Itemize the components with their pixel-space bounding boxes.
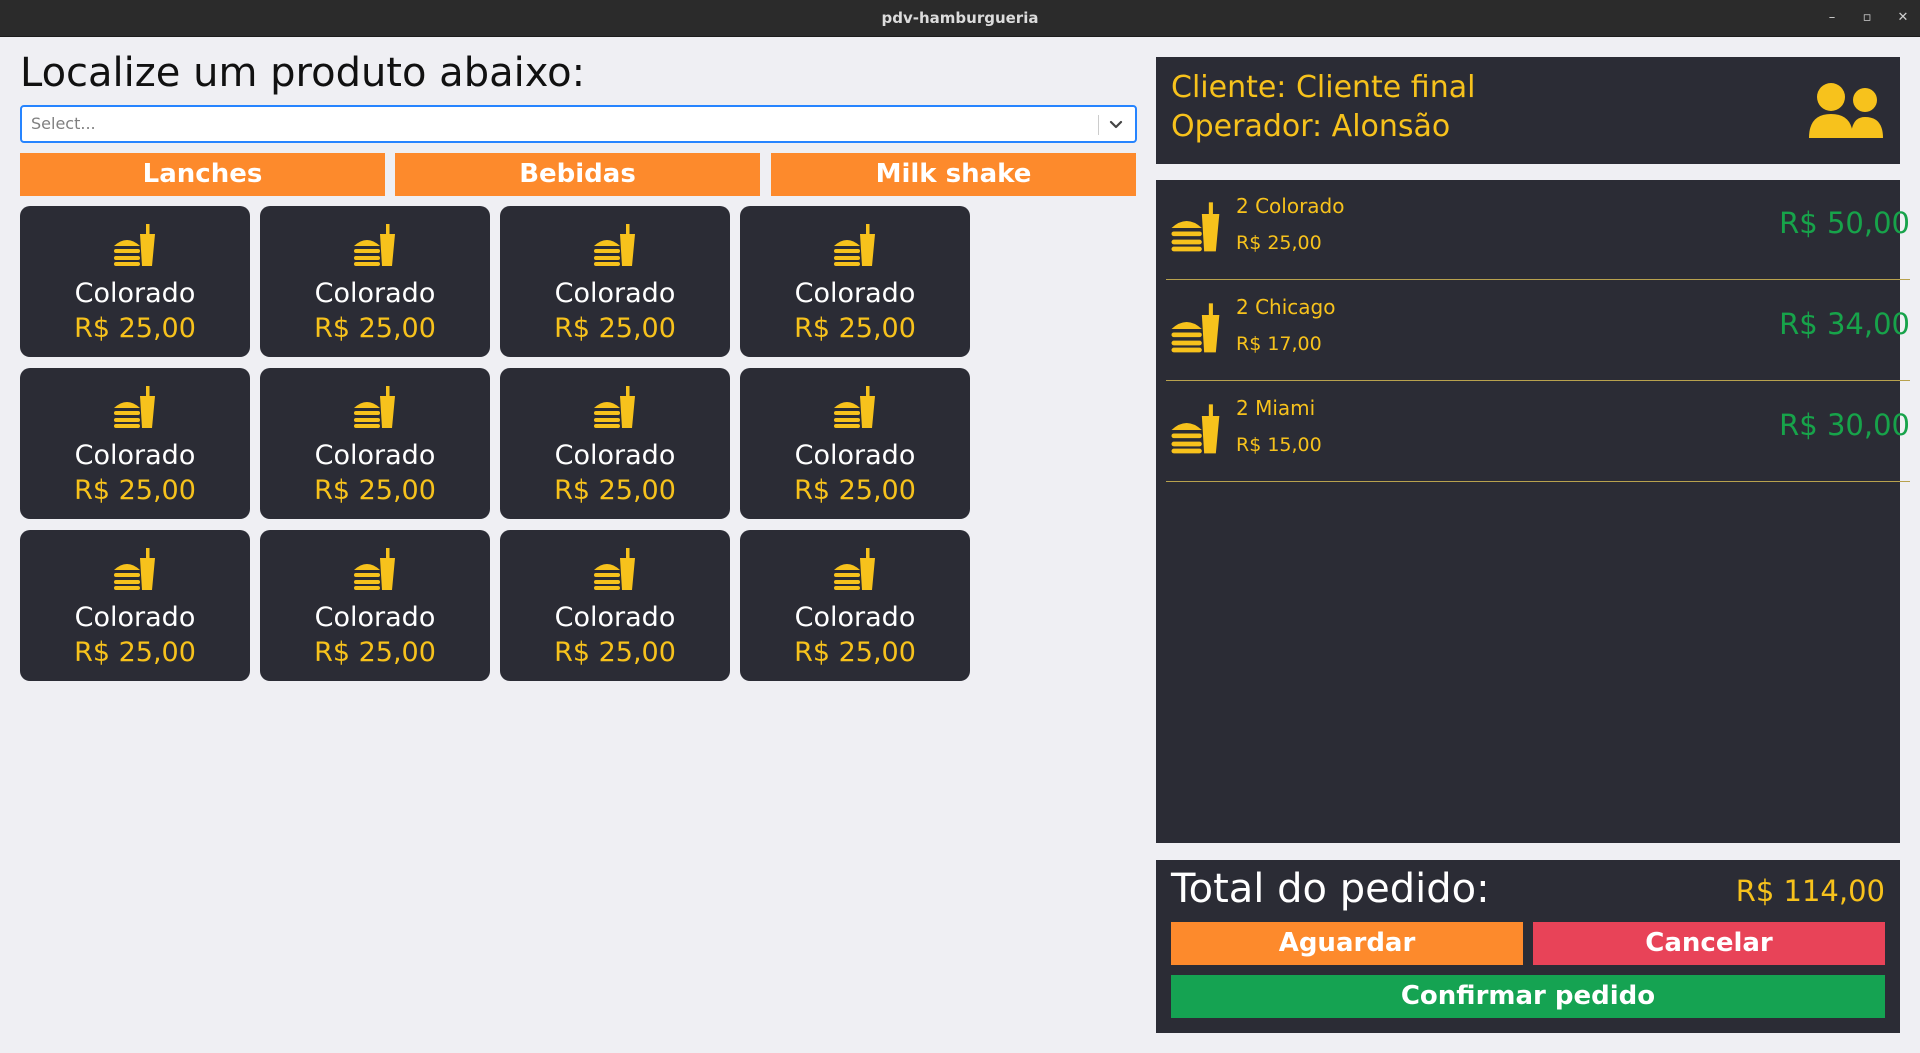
burger-drink-icon <box>831 384 879 432</box>
product-card[interactable]: Colorado R$ 25,00 <box>740 530 970 681</box>
burger-drink-icon <box>351 222 399 270</box>
product-name: Colorado <box>74 440 196 471</box>
total-label: Total do pedido: <box>1171 866 1490 912</box>
product-price: R$ 25,00 <box>74 475 196 506</box>
product-name: Colorado <box>554 440 676 471</box>
close-button[interactable]: ✕ <box>1893 8 1913 28</box>
product-price: R$ 25,00 <box>74 637 196 668</box>
product-card[interactable]: Colorado R$ 25,00 <box>260 530 490 681</box>
product-price: R$ 25,00 <box>554 313 676 344</box>
totals-panel: Total do pedido: R$ 114,00 Aguardar Canc… <box>1156 860 1900 1033</box>
burger-drink-icon <box>591 384 639 432</box>
burger-drink-icon <box>351 384 399 432</box>
product-name: Colorado <box>554 278 676 309</box>
product-price: R$ 25,00 <box>554 475 676 506</box>
product-card[interactable]: Colorado R$ 25,00 <box>260 368 490 519</box>
order-item-total: R$ 30,00 <box>1779 408 1910 442</box>
product-name: Colorado <box>74 278 196 309</box>
operator-label: Operador: Alonsão <box>1171 109 1451 144</box>
product-price: R$ 25,00 <box>794 637 916 668</box>
order-item-name: 2 Colorado <box>1236 194 1345 218</box>
product-price: R$ 25,00 <box>794 475 916 506</box>
burger-drink-icon <box>111 384 159 432</box>
product-card[interactable]: Colorado R$ 25,00 <box>740 368 970 519</box>
order-item[interactable]: 2 Miami R$ 15,00 R$ 30,00 <box>1166 382 1910 482</box>
product-card[interactable]: Colorado R$ 25,00 <box>260 206 490 357</box>
order-item-name: 2 Miami <box>1236 396 1316 420</box>
burger-drink-icon <box>831 546 879 594</box>
window-title: pdv-hamburgueria <box>881 9 1039 27</box>
product-price: R$ 25,00 <box>314 637 436 668</box>
product-price: R$ 25,00 <box>794 313 916 344</box>
product-card[interactable]: Colorado R$ 25,00 <box>500 206 730 357</box>
product-price: R$ 25,00 <box>554 637 676 668</box>
product-price: R$ 25,00 <box>74 313 196 344</box>
confirm-order-button[interactable]: Confirmar pedido <box>1171 975 1885 1018</box>
product-name: Colorado <box>74 602 196 633</box>
product-card[interactable]: Colorado R$ 25,00 <box>500 530 730 681</box>
wait-button[interactable]: Aguardar <box>1171 922 1523 965</box>
burger-drink-icon <box>831 222 879 270</box>
order-item-unit-price: R$ 25,00 <box>1236 232 1322 254</box>
burger-drink-icon <box>111 546 159 594</box>
order-item-total: R$ 50,00 <box>1779 206 1910 240</box>
category-button-milkshake[interactable]: Milk shake <box>771 153 1136 196</box>
order-item-name: 2 Chicago <box>1236 295 1336 319</box>
users-icon[interactable] <box>1807 82 1885 140</box>
product-card[interactable]: Colorado R$ 25,00 <box>20 368 250 519</box>
cancel-button[interactable]: Cancelar <box>1533 922 1885 965</box>
product-card[interactable]: Colorado R$ 25,00 <box>20 530 250 681</box>
product-name: Colorado <box>794 278 916 309</box>
title-bar: pdv-hamburgueria – ▫ ✕ <box>0 0 1920 37</box>
burger-drink-icon <box>1168 301 1224 357</box>
burger-drink-icon <box>351 546 399 594</box>
order-item-total: R$ 34,00 <box>1779 307 1910 341</box>
product-price: R$ 25,00 <box>314 313 436 344</box>
restore-button[interactable]: ▫ <box>1857 8 1877 28</box>
select-placeholder: Select... <box>31 114 96 133</box>
category-button-lanches[interactable]: Lanches <box>20 153 385 196</box>
product-select[interactable]: Select... <box>20 105 1137 143</box>
product-name: Colorado <box>794 602 916 633</box>
burger-drink-icon <box>591 222 639 270</box>
order-item[interactable]: 2 Colorado R$ 25,00 R$ 50,00 <box>1166 180 1910 280</box>
product-card[interactable]: Colorado R$ 25,00 <box>20 206 250 357</box>
category-button-bebidas[interactable]: Bebidas <box>395 153 760 196</box>
product-name: Colorado <box>554 602 676 633</box>
burger-drink-icon <box>1168 402 1224 458</box>
order-item[interactable]: 2 Chicago R$ 17,00 R$ 34,00 <box>1166 281 1910 381</box>
customer-label: Cliente: Cliente final <box>1171 70 1476 105</box>
chevron-down-icon[interactable] <box>1105 112 1127 136</box>
product-name: Colorado <box>314 278 436 309</box>
select-separator <box>1098 115 1099 135</box>
burger-drink-icon <box>1168 200 1224 256</box>
page-title: Localize um produto abaixo: <box>20 50 586 96</box>
product-name: Colorado <box>314 440 436 471</box>
order-item-unit-price: R$ 17,00 <box>1236 333 1322 355</box>
product-card[interactable]: Colorado R$ 25,00 <box>740 206 970 357</box>
burger-drink-icon <box>591 546 639 594</box>
order-item-unit-price: R$ 15,00 <box>1236 434 1322 456</box>
order-items-panel: 2 Colorado R$ 25,00 R$ 50,00 2 Chicago R$ 1… <box>1156 180 1910 843</box>
burger-drink-icon <box>111 222 159 270</box>
total-value: R$ 114,00 <box>1735 874 1885 908</box>
product-name: Colorado <box>794 440 916 471</box>
product-name: Colorado <box>314 602 436 633</box>
client-panel: Cliente: Cliente final Operador: Alonsão <box>1156 57 1900 164</box>
minimize-button[interactable]: – <box>1822 8 1842 28</box>
product-card[interactable]: Colorado R$ 25,00 <box>500 368 730 519</box>
product-price: R$ 25,00 <box>314 475 436 506</box>
